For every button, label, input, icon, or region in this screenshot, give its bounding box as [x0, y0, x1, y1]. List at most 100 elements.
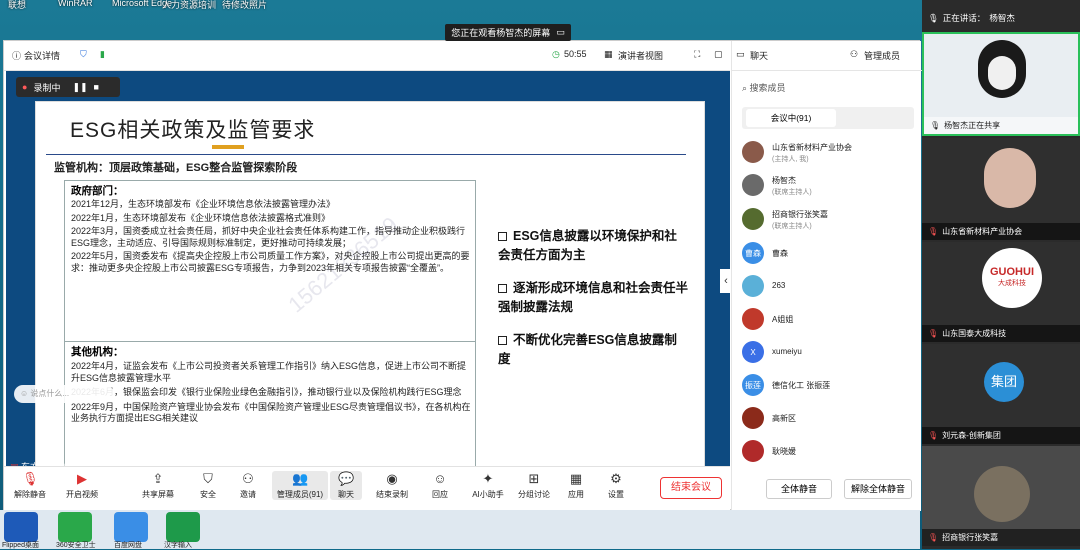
desktop-icon-label[interactable]: 人力资源培训	[162, 0, 216, 11]
manage-members-tab[interactable]: 管理成员	[864, 49, 900, 62]
video-tile[interactable]: 🎙 山东省新材料产业协会	[922, 138, 1080, 240]
slide-subtitle: 监管机构：顶层政策基础，ESG整合监管探索阶段	[54, 162, 298, 174]
key-point: 不断优化完善ESG信息披露制度	[498, 333, 677, 366]
panel-header: ▭ 聊天 ⚇ 管理成员	[732, 41, 922, 71]
emoji-icon[interactable]: ☺	[20, 389, 30, 398]
chat-input[interactable]: ☺ 说点什么...	[14, 385, 114, 403]
start-video-button[interactable]: ▶ 开启视频	[60, 471, 104, 500]
viewing-banner: 您正在观看杨智杰的屏幕 ▭	[445, 24, 571, 41]
members-icon[interactable]: ⚇	[850, 49, 858, 60]
video-tile[interactable]: GUOHUI 大成科技 🎙 山东国泰大成科技	[922, 242, 1080, 342]
member-item[interactable]: 263	[742, 273, 917, 301]
avatar	[742, 440, 764, 462]
video-feed	[978, 40, 1026, 98]
member-item[interactable]: 高新区	[742, 405, 917, 433]
window-icon[interactable]: ▢	[714, 49, 723, 60]
member-item[interactable]: 招商银行张笑嘉 (联席主持人)	[742, 206, 917, 234]
pause-icon[interactable]: ❚❚	[72, 82, 87, 93]
avatar: 振莲	[742, 374, 764, 396]
gov-item: 2022年1月，生态环境部发布《企业环境信息依法披露格式准则》	[71, 212, 331, 223]
info-icon[interactable]: ⓘ	[12, 49, 21, 62]
mic-muted-icon: 🎙	[928, 431, 939, 440]
fullscreen-icon[interactable]: ⛶	[694, 49, 700, 60]
members-panel: ▭ 聊天 ⚇ 管理成员 ⌕ 搜索成员 会议中(91) 山东省新材料产业协会 (主持…	[731, 41, 922, 511]
meeting-window: ⓘ 会议详情 ⛉ ▮ ◷ 50:55 ▦ 演讲者视图 ⛶ ▢ ● 录制中 ❚❚ …	[3, 40, 922, 511]
members-icon: 👥	[292, 471, 309, 486]
member-item[interactable]: 曹森 曹森	[742, 240, 917, 268]
avatar	[742, 208, 764, 230]
desktop-icon-label[interactable]: 待修改照片	[222, 0, 267, 11]
tile-label: 🎙 招商银行张笑嘉	[922, 529, 1080, 546]
mic-muted-icon: 🎙	[928, 227, 939, 236]
shield-icon: ⛉	[203, 471, 213, 486]
video-strip: 🎙 正在讲话： 杨智杰 🎙 杨智杰正在共享 🎙 山东省新材料产业协会 GUOHUI 大成科…	[922, 0, 1080, 549]
meeting-details-button[interactable]: 会议详情	[24, 49, 60, 62]
unmute-button[interactable]: 🎙 解除静音	[8, 471, 52, 500]
other-item: 2022年9月，中国保险资产管理业协会发布《中国保险资产管理业ESG尽责管理倡议…	[71, 401, 471, 424]
manage-members-button[interactable]: 👥 管理成员(91)	[272, 471, 328, 500]
mic-icon: 🎙	[930, 121, 941, 130]
video-feed	[984, 148, 1036, 208]
taskbar-app-icon[interactable]	[114, 512, 148, 542]
chat-tab[interactable]: 聊天	[750, 49, 768, 62]
breakout-rooms-button[interactable]: ⊞ 分组讨论	[512, 471, 556, 500]
video-tile[interactable]: 🎙 招商银行张笑嘉	[922, 446, 1080, 546]
shield-icon[interactable]: ⛉	[80, 49, 87, 60]
presenter-view-button[interactable]: 演讲者视图	[618, 49, 663, 62]
chat-bubble-icon[interactable]: ▭	[556, 27, 565, 38]
emoji-icon: ☺	[433, 471, 447, 486]
avatar	[742, 275, 764, 297]
invite-button[interactable]: ⚇ 邀请	[226, 471, 270, 500]
chat-icon[interactable]: ▭	[736, 49, 745, 60]
share-screen-button[interactable]: ⇪ 共享屏幕	[136, 471, 180, 500]
presentation-slide: ESG相关政策及监管要求 监管机构：顶层政策基础，ESG整合监管探索阶段 政府部…	[35, 101, 705, 481]
signal-icon: ▮	[100, 49, 105, 59]
end-meeting-button[interactable]: 结束会议	[660, 477, 722, 499]
member-item[interactable]: 振莲 德信化工 张振莲	[742, 372, 917, 400]
member-item[interactable]: 山东省新材料产业协会 (主持人, 我)	[742, 139, 917, 167]
security-button[interactable]: ⛉ 安全	[186, 471, 230, 500]
avatar	[742, 141, 764, 163]
taskbar-app-icon[interactable]	[166, 512, 200, 542]
video-tile[interactable]: 集团 🎙 刘元森-创新集团	[922, 344, 1080, 444]
member-item[interactable]: 耿晓媛	[742, 438, 917, 466]
key-points: ESG信息披露以环境保护和社会责任方面为主 逐渐形成环境信息和社会责任半强制披露…	[498, 227, 688, 369]
ai-assistant-button[interactable]: ✦ AI小助手	[466, 471, 510, 500]
apps-icon: ▦	[569, 471, 583, 486]
tile-label: 🎙 刘元森-创新集团	[922, 427, 1080, 444]
mic-muted-icon: 🎙	[928, 329, 939, 338]
member-item[interactable]: 杨智杰 (联席主持人)	[742, 172, 917, 200]
avatar	[742, 174, 764, 196]
gov-item: 2021年12月，生态环境部发布《企业环境信息依法披露管理办法》	[71, 199, 336, 209]
layout-icon[interactable]: ▦	[604, 49, 613, 60]
avatar: 曹森	[742, 242, 764, 264]
video-tile[interactable]: 🎙 杨智杰正在共享	[922, 32, 1080, 136]
stop-recording-button[interactable]: ◉ 结束录制	[370, 471, 414, 500]
other-list: 2022年4月，证监会发布《上市公司投资者关系管理工作指引》纳入ESG信息，促进…	[71, 361, 471, 425]
taskbar-app-icon[interactable]	[4, 512, 38, 542]
recording-label: 录制中	[33, 82, 61, 93]
ai-icon: ✦	[482, 471, 494, 486]
meeting-timer: 50:55	[564, 49, 587, 59]
stop-icon[interactable]: ■	[94, 82, 99, 92]
taskbar-app-icon[interactable]	[58, 512, 92, 542]
section-divider	[65, 341, 475, 342]
member-tab-bar: 会议中(91)	[742, 107, 914, 129]
other-item: 2022年6月，银保监会印发《银行业保险业绿色金融指引》，推动银行业以及保险机构…	[71, 387, 462, 397]
reactions-button[interactable]: ☺ 回应	[418, 471, 462, 500]
mic-muted-icon: 🎙	[22, 471, 39, 486]
member-item[interactable]: A姐姐	[742, 306, 917, 334]
chat-button[interactable]: 💬 聊天	[330, 471, 362, 500]
tab-in-meeting[interactable]: 会议中(91)	[746, 109, 836, 127]
divider	[46, 154, 686, 155]
member-item[interactable]: Xxumeiyu	[742, 339, 917, 367]
apps-button[interactable]: ▦ 应用	[554, 471, 598, 500]
desktop-icon-label[interactable]: WinRAR	[58, 0, 93, 8]
member-search-input[interactable]: ⌕ 搜索成员	[742, 81, 786, 94]
avatar: X	[742, 341, 764, 363]
shared-screen: ● 录制中 ❚❚ ■ ESG相关政策及监管要求 监管机构：顶层政策基础，ESG整…	[6, 71, 732, 507]
unmute-all-button[interactable]: 解除全体静音	[844, 479, 912, 499]
settings-button[interactable]: ⚙ 设置	[594, 471, 638, 500]
desktop-icon-label[interactable]: 联想	[8, 0, 26, 11]
mute-all-button[interactable]: 全体静音	[766, 479, 832, 499]
